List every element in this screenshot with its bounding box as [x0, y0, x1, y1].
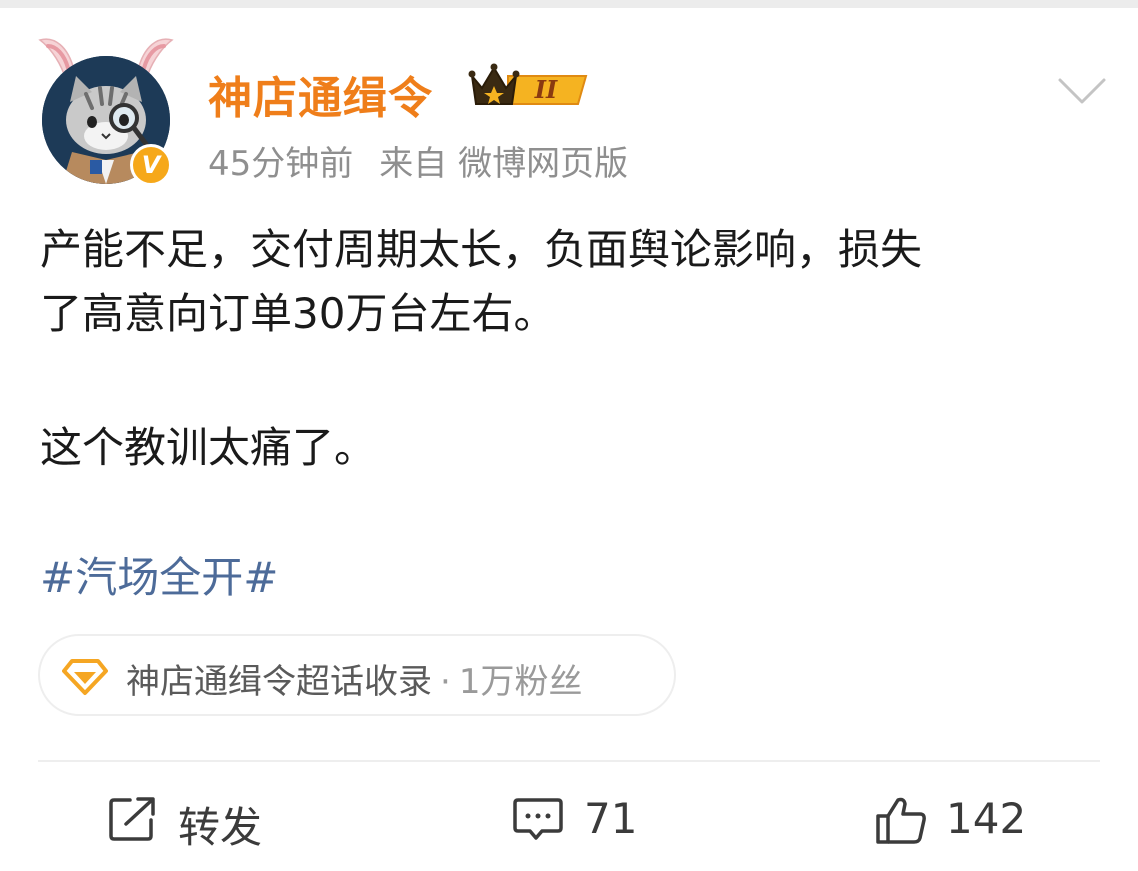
- super-topic-chip[interactable]: 神店通缉令超话收录 · 1万粉丝: [38, 634, 676, 716]
- share-icon: [109, 797, 155, 841]
- super-topic-fans: 1万粉丝: [458, 662, 583, 702]
- top-strip: [0, 0, 1138, 8]
- post-text-line: 产能不足，交付周期太长，负面舆论影响，损失: [40, 225, 923, 274]
- repost-button[interactable]: 转发: [108, 790, 288, 852]
- crown-level-icon[interactable]: II: [468, 62, 592, 114]
- post-time: 45分钟前: [208, 144, 354, 184]
- post-meta: 45分钟前 来自 微博网页版: [208, 136, 628, 185]
- level-badge-text: II: [534, 75, 558, 104]
- thumbs-up-icon: [876, 797, 926, 844]
- post-text-paragraph: 这个教训太痛了。: [40, 423, 377, 472]
- comment-button[interactable]: 71: [512, 790, 652, 850]
- author-name[interactable]: 神店通缉令: [208, 62, 433, 126]
- repost-label: 转发: [178, 803, 263, 852]
- comment-count: 71: [584, 794, 638, 843]
- author-avatar[interactable]: V: [30, 32, 180, 192]
- verified-v-icon: V: [130, 144, 172, 186]
- separator-dot: ·: [440, 662, 451, 702]
- like-count: 142: [946, 794, 1027, 843]
- comment-icon: [513, 798, 563, 840]
- divider: [38, 760, 1100, 762]
- hashtag-link[interactable]: #汽场全开#: [40, 546, 278, 610]
- like-button[interactable]: 142: [874, 790, 1034, 850]
- diamond-topic-icon: [62, 659, 108, 695]
- super-topic-name: 神店通缉令超话收录: [126, 662, 432, 702]
- chevron-down-icon[interactable]: [1056, 70, 1108, 110]
- post-source: 来自 微博网页版: [379, 144, 629, 184]
- post-body: 产能不足，交付周期太长，负面舆论影响，损失 了高意向订单30万台左右。: [40, 218, 1110, 346]
- super-topic-label: 神店通缉令超话收录 · 1万粉丝: [126, 654, 582, 703]
- post-text-line: 了高意向订单30万台左右。: [40, 289, 556, 338]
